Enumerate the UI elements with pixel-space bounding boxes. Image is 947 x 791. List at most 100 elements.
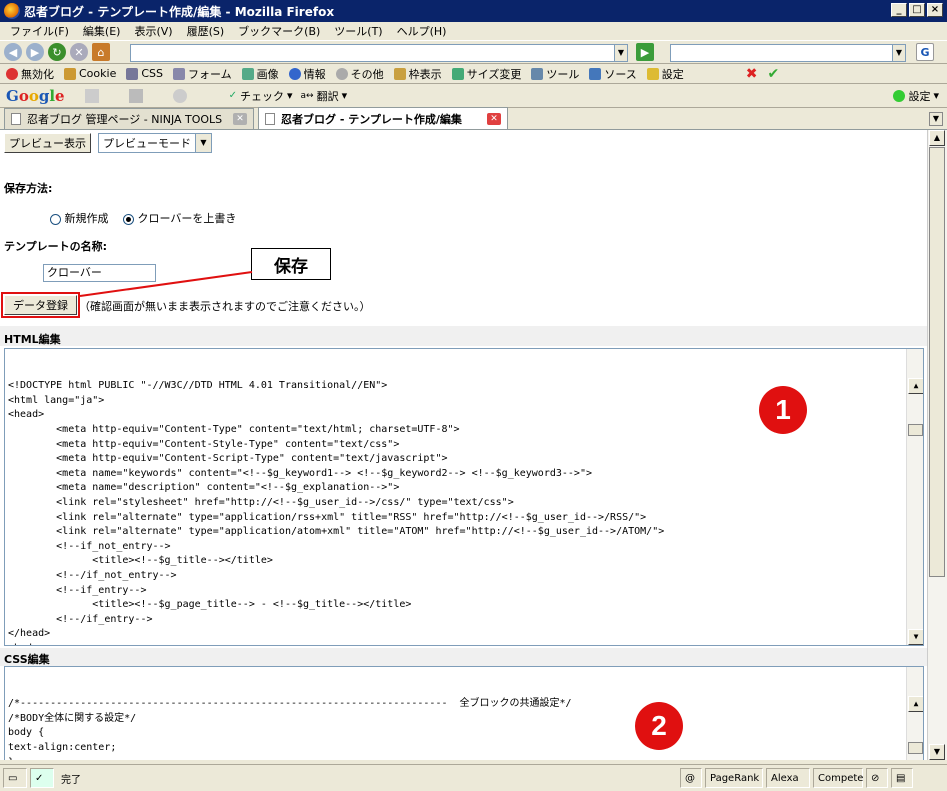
page-content: プレビュー表示 プレビューモード ▼ 保存方法: 新規作成 クローバーを上書き … (0, 130, 927, 760)
go-icon[interactable]: ▶ (636, 43, 654, 61)
toolbar-images[interactable]: 画像 (241, 66, 279, 82)
toolbar-options[interactable]: 設定 (646, 66, 684, 82)
disabled-icon[interactable]: ⊘ (866, 768, 888, 788)
toolbar-info[interactable]: 情報 (288, 66, 326, 82)
status-text: 完了 (61, 774, 81, 786)
form-icon (173, 67, 185, 80)
translate-button[interactable]: a↔ 翻訳 ▾ (301, 88, 348, 104)
maximize-button[interactable]: □ (909, 3, 925, 17)
green-dot-icon (893, 89, 906, 102)
status-icon-1[interactable]: ▭ (3, 768, 27, 788)
spellcheck-icon: ✓ (228, 90, 237, 101)
url-dropdown-icon[interactable]: ▼ (614, 45, 627, 61)
html-editor-scrollbar[interactable]: ▲ ▼ (906, 349, 923, 645)
url-input[interactable]: ▼ (130, 44, 628, 62)
close-button[interactable]: × (927, 3, 943, 17)
menu-view[interactable]: 表示(V) (134, 23, 172, 39)
reload-icon[interactable]: ↻ (48, 43, 66, 61)
home-icon[interactable]: ⌂ (92, 43, 110, 61)
at-icon[interactable]: @ (680, 768, 702, 788)
pagerank-widget[interactable]: PageRank (705, 768, 763, 788)
tab-close-icon[interactable]: ✕ (233, 113, 247, 125)
menu-history[interactable]: 履歴(S) (187, 23, 225, 39)
toolbar-forms[interactable]: フォーム (173, 66, 232, 82)
title-bar: 忍者ブログ - テンプレート作成/編集 - Mozilla Firefox _ … (0, 0, 947, 22)
badge-1: 1 (759, 386, 807, 434)
outline-icon (393, 67, 406, 80)
history-icon[interactable] (172, 88, 187, 103)
error-icon[interactable]: ✖ (746, 66, 758, 82)
misc-icon (335, 67, 348, 80)
status-bar: ▭ ✓ 完了 @ PageRank Alexa Compete ⊘ ▤ (0, 764, 947, 791)
valid-icon[interactable]: ✔ (768, 66, 780, 82)
tab-close-icon[interactable]: ✕ (487, 112, 501, 125)
html-section-band (0, 326, 927, 346)
options-icon (646, 67, 659, 80)
page-scroll-thumb[interactable] (929, 147, 945, 577)
forward-icon[interactable]: ▶ (26, 43, 44, 61)
html-edit-label: HTML編集 (4, 333, 61, 346)
css-editor-scrollbar[interactable]: ▲ (906, 667, 923, 760)
toolbar-resize[interactable]: サイズ変更 (451, 66, 521, 82)
toolbar-disable[interactable]: 無効化 (6, 66, 54, 82)
menu-help[interactable]: ヘルプ(H) (397, 23, 447, 39)
tools-icon (531, 67, 544, 80)
menu-edit[interactable]: 編集(E) (83, 23, 121, 39)
toolbar-misc[interactable]: その他 (335, 66, 384, 82)
css-editor[interactable]: /*--------------------------------------… (4, 666, 924, 760)
scroll-thumb[interactable] (908, 742, 923, 755)
web-developer-toolbar: 無効化 Cookie CSS フォーム 画像 情報 その他 枠表示 サイズ変更 … (0, 64, 947, 84)
search-dropdown-icon[interactable]: ▼ (892, 45, 905, 61)
firefox-window: 忍者ブログ - テンプレート作成/編集 - Mozilla Firefox _ … (0, 0, 947, 791)
home-square-icon[interactable] (128, 88, 143, 103)
page-icon (11, 113, 21, 125)
translate-icon: a↔ (300, 90, 314, 101)
source-icon (589, 67, 602, 80)
toolbar-css[interactable]: CSS (126, 67, 163, 80)
tab-ninja-tools[interactable]: 忍者ブログ 管理ページ - NINJA TOOLS ✕ (4, 108, 254, 129)
resize-icon (451, 67, 464, 80)
cookie-icon (64, 67, 76, 80)
toolbar-source[interactable]: ソース (589, 66, 637, 82)
info-icon (288, 67, 301, 80)
css-icon (126, 67, 139, 80)
menu-bar: ファイル(F) 編集(E) 表示(V) 履歴(S) ブックマーク(B) ツール(… (0, 22, 947, 40)
menu-tools[interactable]: ツール(T) (334, 23, 382, 39)
google-toolbar: Google ✓ チェック ▾ a↔ 翻訳 ▾ 設定 ▾ (0, 84, 947, 108)
check-button[interactable]: ✓ チェック ▾ (229, 88, 293, 104)
image-icon (241, 67, 254, 80)
toolbar-tools[interactable]: ツール (531, 66, 579, 82)
page-scrollbar[interactable]: ▲ ▼ (927, 130, 947, 760)
disable-icon (6, 67, 18, 80)
search-engine-icon[interactable]: G (916, 43, 934, 61)
tab-strip: 忍者ブログ 管理ページ - NINJA TOOLS ✕ 忍者ブログ - テンプレ… (0, 107, 947, 130)
tab-list-icon[interactable]: ▼ (929, 112, 943, 126)
scroll-thumb[interactable] (908, 424, 923, 437)
stop-icon[interactable]: ✕ (70, 43, 88, 61)
page-icon (265, 112, 275, 125)
document-icon[interactable]: ▤ (891, 768, 913, 788)
badge-2: 2 (635, 702, 683, 750)
google-settings-button[interactable]: 設定 ▾ (893, 88, 939, 104)
scroll-up-icon[interactable]: ▲ (908, 696, 923, 713)
scroll-up-icon[interactable]: ▲ (908, 378, 923, 395)
compete-widget[interactable]: Compete (813, 768, 863, 788)
status-icon-2[interactable]: ✓ (30, 768, 54, 788)
google-logo[interactable]: Google (6, 87, 65, 105)
pencil-icon[interactable] (84, 88, 99, 103)
tab-template-edit[interactable]: 忍者ブログ - テンプレート作成/編集 ✕ (258, 107, 508, 129)
toolbar-outline[interactable]: 枠表示 (393, 66, 442, 82)
css-section-band (0, 648, 927, 666)
scroll-up-icon[interactable]: ▲ (929, 130, 945, 146)
search-input[interactable]: ▼ (670, 44, 906, 62)
menu-file[interactable]: ファイル(F) (10, 23, 69, 39)
toolbar-cookie[interactable]: Cookie (64, 67, 116, 80)
scroll-down-icon[interactable]: ▼ (908, 629, 923, 645)
navigation-toolbar: ◀ ▶ ↻ ✕ ⌂ ▼ ▶ ▼ G (0, 40, 947, 64)
minimize-button[interactable]: _ (891, 3, 907, 17)
scroll-down-icon[interactable]: ▼ (929, 744, 945, 760)
alexa-widget[interactable]: Alexa (766, 768, 810, 788)
back-icon[interactable]: ◀ (4, 43, 22, 61)
window-title: 忍者ブログ - テンプレート作成/編集 - Mozilla Firefox (24, 4, 335, 19)
menu-bookmarks[interactable]: ブックマーク(B) (238, 23, 320, 39)
